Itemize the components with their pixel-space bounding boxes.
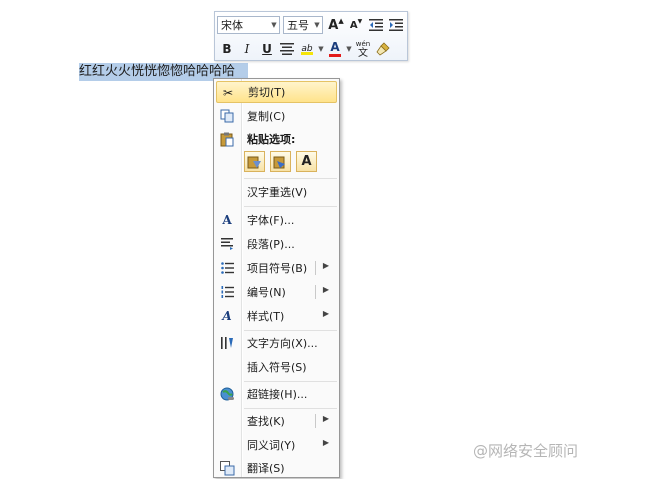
menu-item-paste-options: 粘贴选项: bbox=[216, 128, 337, 150]
font-name-value: 宋体 bbox=[221, 19, 243, 32]
decrease-indent-button[interactable] bbox=[366, 15, 386, 35]
menu-item-reconvert[interactable]: 汉字重选(V) bbox=[216, 181, 337, 203]
increase-indent-button[interactable] bbox=[386, 15, 406, 35]
font-color-bar bbox=[329, 54, 341, 57]
paste-options-group: A bbox=[244, 151, 317, 172]
paste-keep-formatting-icon bbox=[247, 156, 261, 169]
menu-item-copy[interactable]: 复制(C) bbox=[216, 105, 337, 127]
increase-indent-icon bbox=[389, 19, 403, 31]
menu-item-paragraph-label: 段落(P)... bbox=[247, 238, 295, 251]
shrink-font-button[interactable]: A ▼ bbox=[346, 15, 366, 35]
menu-item-cut-label: 剪切(T) bbox=[248, 86, 286, 99]
numbering-icon bbox=[219, 284, 235, 300]
menu-separator bbox=[244, 408, 337, 409]
watermark: @网络安全顾问 bbox=[473, 442, 579, 460]
submenu-arrow-icon[interactable]: ▶ bbox=[323, 438, 329, 447]
paste-options-label: 粘贴选项: bbox=[247, 133, 296, 146]
scissors-icon: ✂ bbox=[222, 86, 234, 100]
paste-text-only-button[interactable]: A bbox=[296, 151, 317, 172]
menu-item-copy-label: 复制(C) bbox=[247, 110, 286, 123]
menu-item-find-label: 查找(K) bbox=[247, 415, 285, 428]
menu-item-hyperlink[interactable]: 超链接(H)... bbox=[216, 383, 337, 405]
submenu-arrow-icon[interactable]: ▶ bbox=[323, 285, 329, 294]
menu-item-font-label: 字体(F)... bbox=[247, 214, 295, 227]
text-only-icon: A bbox=[301, 154, 312, 169]
underline-button[interactable]: U bbox=[257, 39, 277, 59]
menu-item-cut[interactable]: ✂ 剪切(T) bbox=[216, 81, 337, 103]
highlight-color-bar bbox=[301, 51, 313, 55]
menu-item-text-direction-label: 文字方向(X)... bbox=[247, 337, 318, 350]
menu-item-text-direction[interactable]: 文字方向(X)... bbox=[216, 332, 337, 354]
menu-item-font[interactable]: A 字体(F)... bbox=[216, 209, 337, 231]
menu-item-hyperlink-label: 超链接(H)... bbox=[247, 388, 308, 401]
paste-keep-source-formatting-button[interactable] bbox=[244, 151, 265, 172]
split-divider bbox=[315, 285, 316, 299]
submenu-arrow-icon[interactable]: ▶ bbox=[323, 309, 329, 318]
highlight-button[interactable]: ab bbox=[297, 39, 317, 59]
submenu-arrow-icon[interactable]: ▶ bbox=[323, 414, 329, 423]
copy-icon bbox=[219, 108, 235, 124]
menu-item-bullets-label: 项目符号(B) bbox=[247, 262, 308, 275]
menu-item-translate[interactable]: 翻译(S) bbox=[216, 457, 337, 479]
menu-separator bbox=[244, 381, 337, 382]
bold-button[interactable]: B bbox=[217, 39, 237, 59]
mini-toolbar-row-2: B I U ab ▼ A ▼ wén 文 bbox=[217, 38, 393, 60]
menu-item-bullets[interactable]: 项目符号(B) ▶ bbox=[216, 257, 337, 279]
phonetic-guide-char: 文 bbox=[358, 48, 368, 59]
paragraph-icon bbox=[219, 236, 235, 252]
menu-item-numbering[interactable]: 编号(N) ▶ bbox=[216, 281, 337, 303]
menu-item-insert-symbol-label: 插入符号(S) bbox=[247, 361, 307, 374]
shrink-font-icon: A bbox=[349, 19, 358, 31]
decrease-indent-icon bbox=[369, 19, 383, 31]
phonetic-guide-button[interactable]: wén 文 bbox=[353, 39, 373, 59]
format-painter-button[interactable] bbox=[373, 39, 393, 59]
submenu-arrow-icon[interactable]: ▶ bbox=[323, 261, 329, 270]
menu-separator bbox=[244, 206, 337, 207]
menu-item-find[interactable]: 查找(K) ▶ bbox=[216, 410, 337, 432]
clipboard-icon bbox=[219, 131, 235, 147]
font-size-value: 五号 bbox=[287, 19, 309, 32]
paste-merge-formatting-button[interactable] bbox=[270, 151, 291, 172]
menu-item-synonyms-label: 同义词(Y) bbox=[247, 439, 296, 452]
chevron-down-icon[interactable]: ▼ bbox=[269, 21, 279, 29]
grow-font-button[interactable]: A ▲ bbox=[326, 15, 346, 35]
align-center-icon bbox=[280, 43, 294, 55]
font-color-dropdown[interactable]: ▼ bbox=[345, 39, 353, 59]
menu-item-paragraph[interactable]: 段落(P)... bbox=[216, 233, 337, 255]
menu-item-insert-symbol[interactable]: 插入符号(S) bbox=[216, 356, 337, 378]
bullets-icon bbox=[219, 260, 235, 276]
menu-item-synonyms[interactable]: 同义词(Y) ▶ bbox=[216, 434, 337, 456]
menu-separator bbox=[244, 330, 337, 331]
format-painter-icon bbox=[376, 42, 390, 56]
styles-icon: A bbox=[222, 309, 232, 323]
split-divider bbox=[315, 414, 316, 428]
menu-item-styles-label: 样式(T) bbox=[247, 310, 285, 323]
paste-merge-formatting-icon bbox=[273, 156, 285, 169]
menu-item-styles[interactable]: A 样式(T) ▶ bbox=[216, 305, 337, 327]
font-size-combo[interactable]: 五号 ▼ bbox=[283, 16, 323, 34]
center-align-button[interactable] bbox=[277, 39, 297, 59]
mini-toolbar: 宋体 ▼ 五号 ▼ A ▲ A ▼ B I U ab ▼ A ▼ wén 文 bbox=[214, 11, 408, 61]
grow-font-icon: A bbox=[328, 17, 339, 33]
split-divider bbox=[315, 261, 316, 275]
highlight-dropdown[interactable]: ▼ bbox=[317, 39, 325, 59]
font-name-combo[interactable]: 宋体 ▼ bbox=[217, 16, 280, 34]
context-menu: ✂ 剪切(T) 复制(C) 粘贴选项: A 汉字重选(V) A 字体(F)... bbox=[213, 78, 340, 478]
hyperlink-globe-icon bbox=[219, 386, 235, 402]
font-color-icon: A bbox=[330, 40, 340, 54]
mini-toolbar-row-1: 宋体 ▼ 五号 ▼ A ▲ A ▼ bbox=[217, 14, 406, 36]
menu-separator bbox=[244, 178, 337, 179]
menu-item-reconvert-label: 汉字重选(V) bbox=[247, 186, 308, 199]
chevron-down-icon[interactable]: ▼ bbox=[312, 21, 322, 29]
font-icon: A bbox=[222, 213, 232, 227]
italic-button[interactable]: I bbox=[237, 39, 257, 59]
text-direction-icon bbox=[219, 335, 235, 351]
menu-item-numbering-label: 编号(N) bbox=[247, 286, 286, 299]
font-color-button[interactable]: A bbox=[325, 39, 345, 59]
